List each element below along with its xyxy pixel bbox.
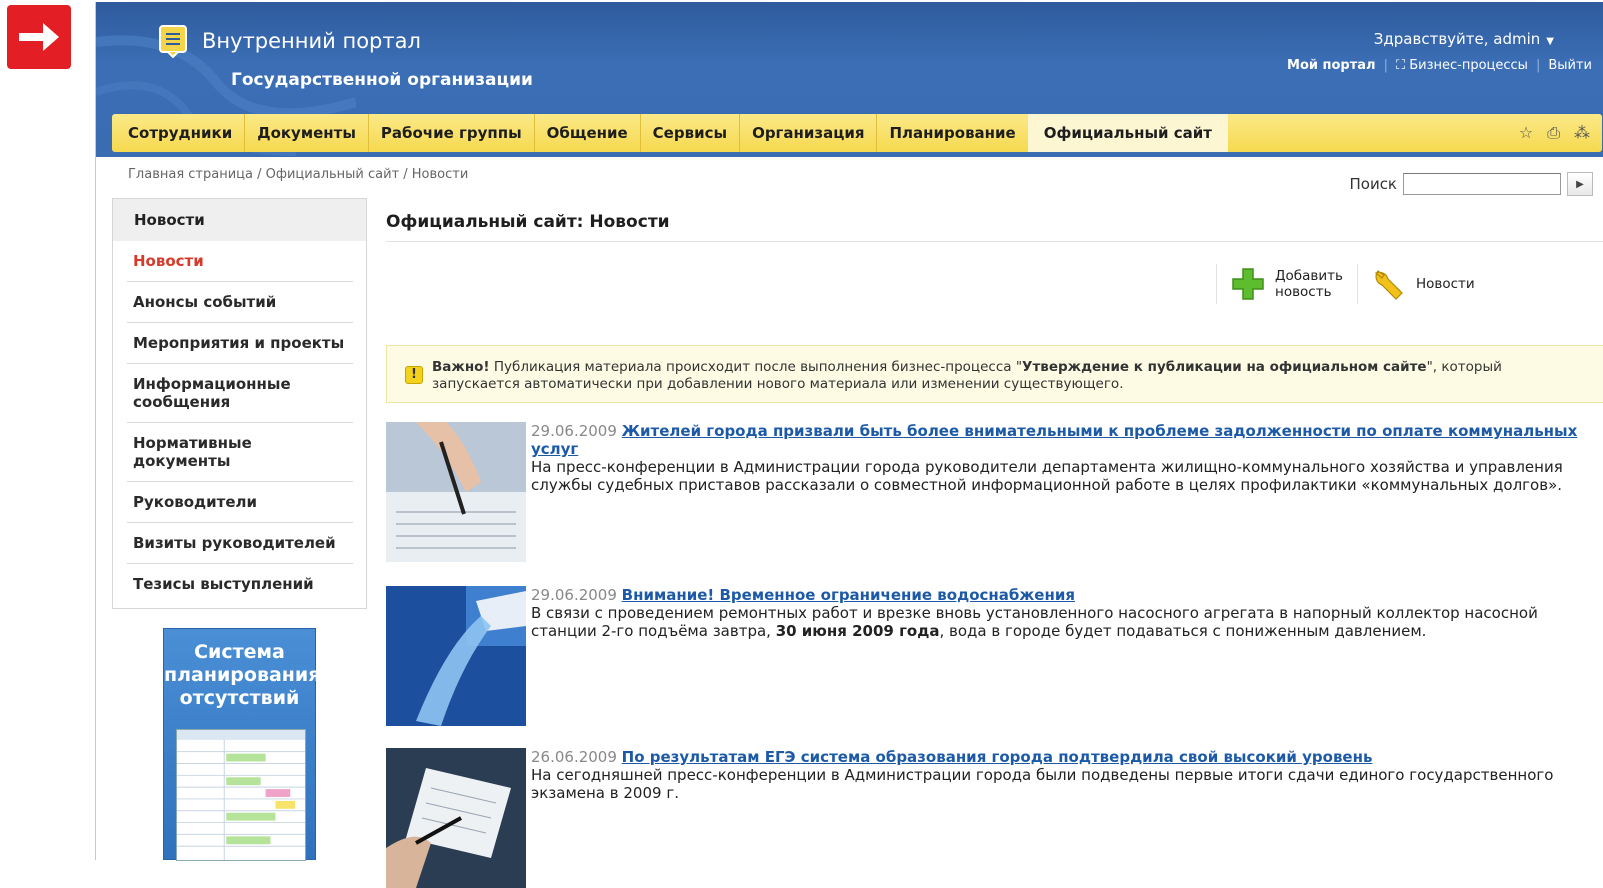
add-news-button[interactable]: Добавить новость bbox=[1216, 264, 1357, 304]
add-news-label-2: новость bbox=[1275, 284, 1332, 300]
notice-bold-2: Утверждение к публикации на официальном … bbox=[1022, 359, 1427, 375]
sidebar-item-events[interactable]: Мероприятия и проекты bbox=[127, 323, 353, 364]
warning-icon: ! bbox=[405, 366, 423, 384]
star-icon[interactable]: ☆ bbox=[1519, 123, 1533, 143]
menu-item-organization[interactable]: Организация bbox=[740, 114, 878, 152]
news-settings-button[interactable]: Новости bbox=[1356, 264, 1525, 304]
notice-text-1: Публикация материала происходит после вы… bbox=[489, 359, 1023, 375]
menu-item-communication[interactable]: Общение bbox=[535, 114, 641, 152]
divider: | bbox=[1383, 58, 1388, 73]
menu-tools: ☆ ⎙ ⁂ bbox=[1519, 123, 1590, 143]
plus-icon bbox=[1232, 268, 1264, 300]
document-icon bbox=[159, 25, 187, 58]
sidebar-heading: Новости bbox=[113, 199, 366, 241]
menu-item-services[interactable]: Сервисы bbox=[641, 114, 741, 152]
banner-line-3: отсутствий bbox=[179, 687, 300, 709]
sidebar-item-leaders[interactable]: Руководители bbox=[127, 482, 353, 523]
news-body: 29.06.2009 Внимание! Временное ограничен… bbox=[531, 586, 1601, 640]
menu-item-documents[interactable]: Документы bbox=[245, 114, 369, 152]
page-title: Официальный сайт: Новости bbox=[386, 212, 670, 232]
business-process-link[interactable]: ⛶ Бизнес-процессы bbox=[1396, 58, 1528, 73]
notice-bold-1: Важно! bbox=[432, 359, 490, 375]
search-input[interactable] bbox=[1403, 173, 1561, 195]
sidebar-item-regulations[interactable]: Нормативные документы bbox=[127, 423, 353, 482]
triangle-right-icon: ▶ bbox=[1576, 178, 1584, 190]
title-divider bbox=[386, 241, 1603, 242]
news-text-bold: 30 июня 2009 года bbox=[775, 622, 940, 640]
banner-title: Система планирования отсутствий bbox=[164, 629, 321, 710]
news-title-link[interactable]: По результатам ЕГЭ система образования г… bbox=[622, 748, 1373, 766]
divider: | bbox=[1535, 58, 1541, 73]
sidebar-item-speeches[interactable]: Тезисы выступлений bbox=[127, 564, 353, 604]
news-title-link[interactable]: Внимание! Временное ограничение водоснаб… bbox=[622, 586, 1075, 604]
my-portal-link[interactable]: Мой портал bbox=[1287, 58, 1376, 73]
forward-arrow-button[interactable] bbox=[7, 5, 71, 69]
logout-link[interactable]: Выйти bbox=[1548, 58, 1592, 73]
news-date: 29.06.2009 bbox=[531, 586, 617, 604]
banner-line-1: Система bbox=[194, 641, 285, 663]
important-notice: ! Важно! Публикация материала происходит… bbox=[386, 345, 1603, 403]
news-text-end: , вода в городе будет подаваться с пониж… bbox=[939, 622, 1427, 640]
main-menu: Сотрудники Документы Рабочие группы Обще… bbox=[112, 114, 1602, 152]
news-date: 26.06.2009 bbox=[531, 748, 617, 766]
add-news-label-1: Добавить bbox=[1275, 268, 1343, 284]
news-toolbar: Добавить новость Новости bbox=[1216, 264, 1525, 304]
absence-planning-banner[interactable]: Система планирования отсутствий bbox=[163, 628, 321, 861]
news-thumbnail[interactable] bbox=[386, 748, 526, 888]
sidebar-item-visits[interactable]: Визиты руководителей bbox=[127, 523, 353, 564]
breadcrumb[interactable]: Главная страница / Официальный сайт / Но… bbox=[128, 167, 468, 182]
sidebar-item-news[interactable]: Новости bbox=[127, 241, 353, 282]
search-box: Поиск ▶ bbox=[1349, 172, 1593, 196]
news-settings-label: Новости bbox=[1415, 276, 1475, 292]
arrow-right-icon bbox=[19, 23, 59, 51]
search-go-button[interactable]: ▶ bbox=[1567, 172, 1593, 196]
user-greeting-menu[interactable]: Здравствуйте, admin ▼ bbox=[1374, 30, 1554, 48]
menu-item-workgroups[interactable]: Рабочие группы bbox=[369, 114, 535, 152]
portal-header: Внутренний портал Государственной органи… bbox=[96, 2, 1603, 157]
news-date: 29.06.2009 bbox=[531, 422, 617, 440]
portal-logo[interactable]: Внутренний портал bbox=[158, 24, 421, 58]
news-body: 29.06.2009 Жителей города призвали быть … bbox=[531, 422, 1601, 494]
menu-item-planning[interactable]: Планирование bbox=[877, 114, 1027, 152]
greeting-text: Здравствуйте, admin bbox=[1373, 30, 1541, 48]
top-links: Мой портал | ⛶ Бизнес-процессы | Выйти bbox=[1287, 58, 1592, 73]
portal-page: Внутренний портал Государственной органи… bbox=[95, 2, 1603, 888]
news-text: На сегодняшней пресс-конференции в Админ… bbox=[531, 766, 1554, 802]
sidebar: Новости Новости Анонсы событий Мероприят… bbox=[112, 198, 367, 609]
news-body: 26.06.2009 По результатам ЕГЭ система об… bbox=[531, 748, 1601, 802]
portal-title: Внутренний портал bbox=[202, 29, 421, 53]
print-icon[interactable]: ⎙ bbox=[1547, 123, 1560, 143]
notice-text: Важно! Публикация материала происходит п… bbox=[432, 359, 1592, 393]
menu-item-official-site[interactable]: Официальный сайт bbox=[1027, 114, 1228, 152]
wrench-icon bbox=[1374, 270, 1403, 300]
sitemap-icon[interactable]: ⁂ bbox=[1574, 123, 1590, 143]
sidebar-item-info-messages[interactable]: Информационные сообщения bbox=[127, 364, 353, 423]
spreadsheet-illustration bbox=[176, 729, 306, 861]
news-title-link[interactable]: Жителей города призвали быть более внима… bbox=[531, 422, 1577, 458]
process-icon: ⛶ bbox=[1395, 58, 1406, 73]
news-thumbnail[interactable] bbox=[386, 586, 526, 726]
news-thumbnail[interactable] bbox=[386, 422, 526, 562]
add-news-label: Добавить новость bbox=[1275, 268, 1343, 300]
menu-item-employees[interactable]: Сотрудники bbox=[112, 114, 246, 152]
news-text: На пресс-конференции в Администрации гор… bbox=[531, 458, 1563, 494]
business-process-label: Бизнес-процессы bbox=[1409, 58, 1528, 73]
chevron-down-icon: ▼ bbox=[1546, 36, 1554, 47]
sidebar-item-announcements[interactable]: Анонсы событий bbox=[127, 282, 353, 323]
search-label: Поиск bbox=[1349, 175, 1397, 193]
banner-line-2: планирования bbox=[164, 664, 321, 686]
portal-subtitle: Государственной организации bbox=[231, 70, 533, 90]
